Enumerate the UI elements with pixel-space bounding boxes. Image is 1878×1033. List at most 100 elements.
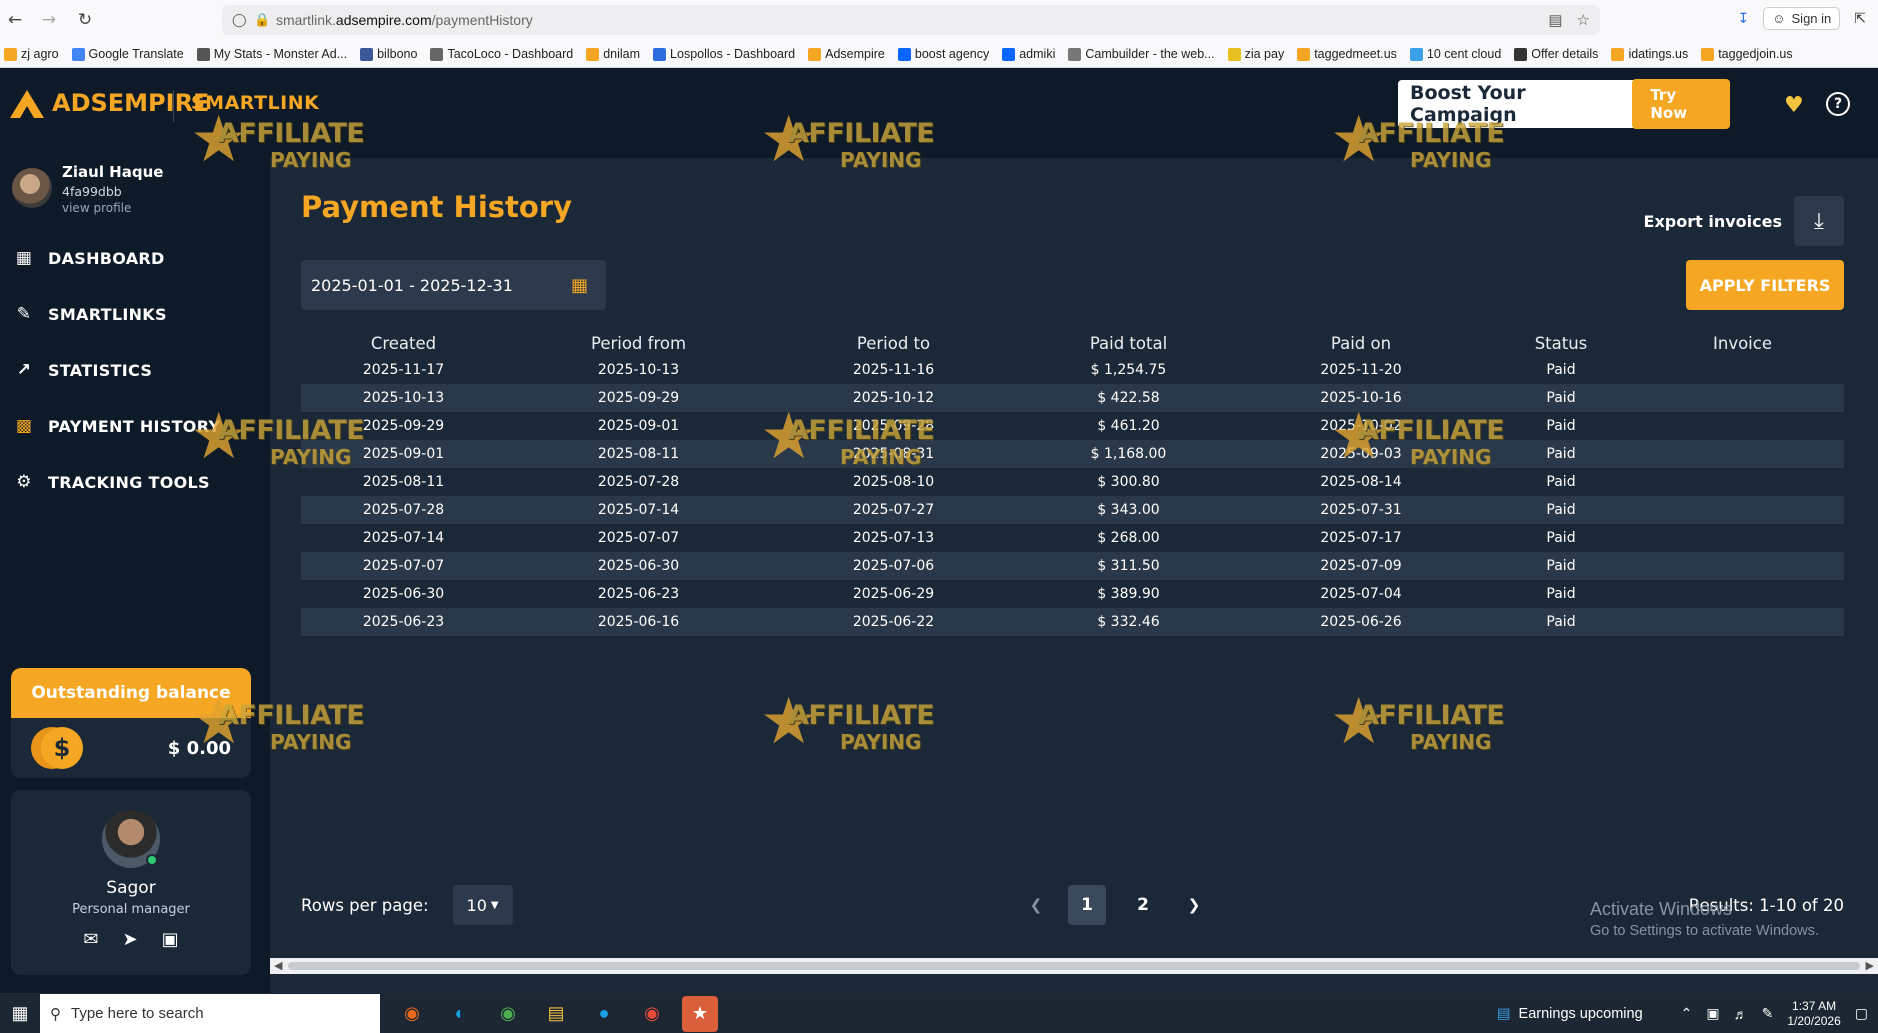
forward-arrow-icon[interactable]: →: [36, 7, 62, 33]
bookmark-item[interactable]: Cambuilder - the web...: [1068, 47, 1215, 61]
scroll-left-icon[interactable]: ◀: [274, 958, 282, 974]
telegram-icon[interactable]: ➤: [122, 929, 137, 950]
ukraine-heart-icon: ♥: [1784, 93, 1804, 118]
table-cell: 2025-06-30: [362, 586, 445, 602]
bookmark-item[interactable]: bilbono: [360, 47, 417, 61]
bookmark-item[interactable]: admiki: [1002, 47, 1055, 61]
manager-role: Personal manager: [72, 902, 190, 917]
url-path: /paymentHistory: [431, 12, 533, 28]
view-profile-link[interactable]: view profile: [62, 201, 163, 215]
table-cell: 2025-07-27: [771, 496, 1016, 524]
table-cell: 2025-09-29: [362, 418, 445, 434]
scrollbar-thumb[interactable]: [288, 962, 1860, 970]
bookmark-item[interactable]: TacoLoco - Dashboard: [430, 47, 573, 61]
table-cell: 2025-07-06: [771, 552, 1016, 580]
table-cell: 2025-07-17: [1320, 530, 1402, 546]
bookmark-item[interactable]: zj agro: [4, 47, 59, 61]
chrome-profile-icon[interactable]: ◉: [634, 996, 670, 1032]
table-cell: 2025-08-11: [506, 440, 771, 468]
bookmark-item[interactable]: boost agency: [897, 47, 989, 61]
table-cell: 2025-07-04: [1320, 586, 1402, 602]
page-button-2[interactable]: 2: [1124, 885, 1162, 925]
try-now-button[interactable]: Try Now: [1632, 79, 1730, 129]
downloads-icon[interactable]: ↧: [1738, 10, 1750, 27]
bookmark-favicon-icon: [653, 47, 667, 61]
chrome-icon[interactable]: ◉: [490, 996, 526, 1032]
table-cell: 2025-06-30: [506, 552, 771, 580]
firefox-icon[interactable]: ◉: [394, 996, 430, 1032]
adsempire-logo[interactable]: ADSEMPIRE: [10, 88, 209, 118]
address-bar[interactable]: ◯ 🔒 smartlink. adsempire.com/paymentHisto…: [222, 5, 1600, 35]
bookmark-item[interactable]: Lospollos - Dashboard: [653, 47, 795, 61]
coin-icon: $: [41, 727, 83, 769]
bookmark-star-icon[interactable]: ☆: [1577, 11, 1590, 29]
bookmark-favicon-icon: [1227, 47, 1241, 61]
prev-page-button[interactable]: ❮: [1022, 885, 1050, 925]
speaker-icon[interactable]: ♬: [1734, 1006, 1748, 1022]
export-invoices-button[interactable]: ⤓: [1794, 196, 1844, 246]
table-cell: 2025-08-11: [362, 474, 445, 490]
bookmark-item[interactable]: Google Translate: [71, 47, 184, 61]
search-icon: ⚲: [50, 1005, 61, 1023]
bookmark-item[interactable]: Offer details: [1514, 47, 1598, 61]
bookmark-item[interactable]: Adsempire: [808, 47, 885, 61]
windows-start-icon[interactable]: ▦: [0, 994, 40, 1033]
back-arrow-icon[interactable]: ←: [2, 7, 28, 33]
column-header: Period to: [856, 333, 931, 353]
sidebar-item-tracking-tools[interactable]: ⚙ TRACKING TOOLS: [14, 472, 210, 492]
apply-filters-button[interactable]: APPLY FILTERS: [1686, 260, 1844, 310]
bookmark-label: dnilam: [603, 47, 641, 61]
teams-icon[interactable]: ▣: [162, 929, 179, 950]
taskbar-search-box[interactable]: ⚲ Type here to search: [40, 994, 380, 1033]
pagination: ❮ 1 2 ❯: [1022, 885, 1208, 925]
table-cell: 2025-11-16: [852, 362, 935, 378]
sidebar-item-smartlinks[interactable]: ✎ SMARTLINKS: [14, 304, 167, 324]
next-page-button[interactable]: ❯: [1180, 885, 1208, 925]
calendar-icon[interactable]: ▦: [571, 275, 588, 296]
horizontal-scrollbar[interactable]: ◀ ▶: [270, 958, 1878, 974]
bookmark-item[interactable]: taggedmeet.us: [1297, 47, 1397, 61]
sidebar-item-payment-history[interactable]: ▩ PAYMENT HISTORY: [14, 416, 220, 436]
taskbar-search-placeholder: Type here to search: [71, 1005, 204, 1022]
scroll-right-icon[interactable]: ▶: [1866, 958, 1874, 974]
page-button-1[interactable]: 1: [1068, 885, 1106, 925]
skype-icon[interactable]: ●: [586, 996, 622, 1032]
table-cell: [1641, 356, 1844, 384]
reader-mode-icon[interactable]: ▤: [1548, 11, 1562, 29]
notifications-icon[interactable]: ▢: [1855, 1005, 1868, 1022]
bookmark-item[interactable]: idatings.us: [1611, 47, 1688, 61]
file-explorer-icon[interactable]: ▤: [538, 996, 574, 1032]
taskbar-clock[interactable]: 1:37 AM 1/20/2026: [1787, 999, 1840, 1029]
sidebar-item-dashboard[interactable]: ▦ DASHBOARD: [14, 248, 165, 268]
table-cell: [1641, 580, 1844, 608]
column-header: Created: [370, 333, 437, 353]
bookmark-label: admiki: [1019, 47, 1056, 61]
tray-chevron-up-icon[interactable]: ⌃: [1681, 1005, 1693, 1022]
rows-per-page-select[interactable]: 10 ▼: [452, 885, 513, 925]
profile-block[interactable]: Ziaul Haque 4fa99dbb view profile: [12, 163, 163, 215]
bookmark-item[interactable]: dnilam: [586, 47, 640, 61]
logo-divider: [173, 90, 174, 122]
pen-icon[interactable]: ✎: [1762, 1005, 1774, 1022]
extensions-icon[interactable]: ⇱: [1854, 10, 1866, 27]
reload-icon[interactable]: ↻: [72, 7, 98, 33]
bookmark-label: Google Translate: [88, 47, 184, 61]
sidebar-item-statistics[interactable]: ↗ STATISTICS: [14, 360, 152, 380]
edge-icon[interactable]: ◐: [442, 996, 478, 1032]
table-row: 2025-08-11 2025-07-28 2025-08-10 $ 300.80 20…: [301, 468, 1844, 496]
bookmark-item[interactable]: 10 cent cloud: [1409, 47, 1501, 61]
bookmark-item[interactable]: zia pay: [1227, 47, 1284, 61]
gear-icon: ⚙: [16, 472, 32, 492]
date-range-picker[interactable]: 2025-01-01 - 2025-12-31 ▦: [301, 260, 606, 310]
bookmark-item[interactable]: taggedjoin.us: [1701, 47, 1793, 61]
email-icon[interactable]: ✉: [83, 929, 98, 950]
bookmark-item[interactable]: My Stats - Monster Ad...: [196, 47, 347, 61]
sidebar: Ziaul Haque 4fa99dbb view profile ▦ DASH…: [0, 158, 270, 993]
personal-manager-card: Sagor Personal manager ✉ ➤ ▣: [11, 790, 251, 975]
network-icon[interactable]: ▣: [1706, 1005, 1719, 1022]
sign-in-button[interactable]: ☺ Sign in: [1763, 7, 1841, 30]
help-icon[interactable]: ?: [1826, 92, 1850, 116]
active-app-icon[interactable]: ★: [682, 995, 718, 1032]
online-status-dot: [146, 854, 158, 866]
news-widget[interactable]: ▤ Earnings upcoming: [1497, 1006, 1643, 1022]
